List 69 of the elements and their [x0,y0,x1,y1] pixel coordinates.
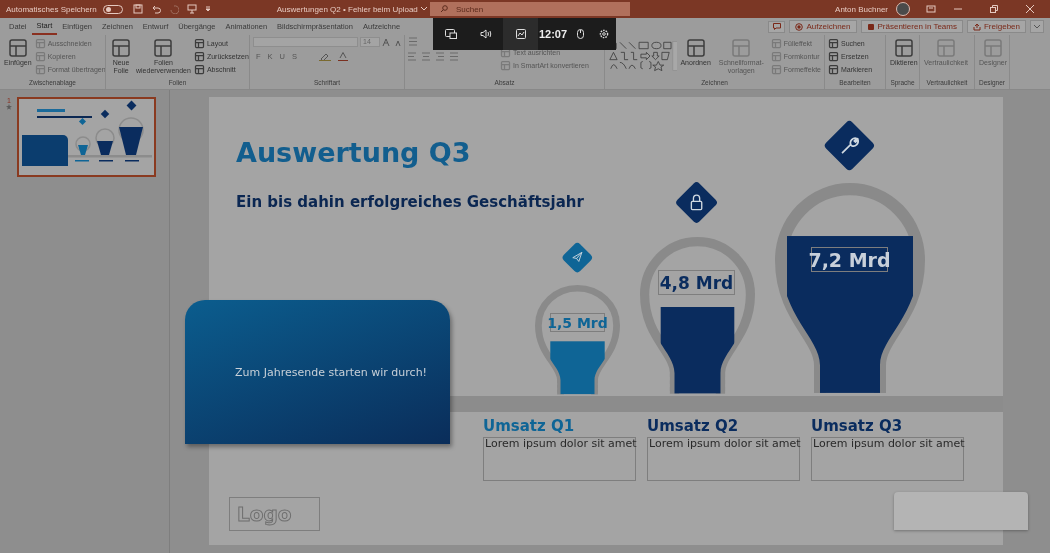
comment-icon [773,23,781,30]
mouse-icon [576,29,584,39]
command-icon [828,37,839,49]
command-icon [193,63,205,75]
value-label: 4,8 Mrd [658,270,735,295]
presentation-icon[interactable] [186,4,197,14]
command-icon [770,37,782,49]
save-icon[interactable] [132,4,143,14]
teams-button[interactable]: Präsentieren in Teams [860,20,963,33]
command-icon [6,37,29,59]
close-icon[interactable] [1026,5,1034,13]
settings-icon [599,29,609,39]
speaker-icon [479,29,492,39]
revenue-heading: Umsatz Q2 [647,417,739,435]
command-icon [34,63,46,75]
revenue-heading: Umsatz Q1 [483,417,575,435]
command-icon [152,37,175,59]
document-title[interactable]: Auswertungen Q2 • Fehler beim Upload [276,4,418,14]
comments-button[interactable] [768,20,786,33]
user-name[interactable]: Anton Buchner [835,4,888,14]
autosave-label: Automatisches Speichern [6,4,97,14]
command-icon [828,50,839,62]
description-text: Lorem ipsum dolor sit amet [811,437,964,481]
share-button[interactable]: Freigeben [966,20,1026,33]
customize-icon[interactable] [204,6,211,12]
description-text: Lorem ipsum dolor sit amet [483,437,636,481]
command-icon [828,63,839,75]
highlight-icon[interactable] [319,52,332,61]
clock-widget-button[interactable]: 12:07 [538,18,568,50]
caret-icon [420,7,427,11]
teams-icon [866,22,875,31]
revenue-heading: Umsatz Q3 [811,417,903,435]
command-icon [193,37,205,49]
ribbon-display-icon[interactable] [926,5,936,13]
search-icon [440,5,448,13]
record-button[interactable]: Aufzeichnen [789,20,857,33]
command-icon [770,50,782,62]
capture-icon [444,29,457,39]
command-icon [193,50,205,62]
command-icon [935,37,957,59]
shapes-gallery-drawing[interactable] [608,39,678,73]
command-icon [110,37,132,59]
command-icon [34,50,46,62]
command-icon [982,37,1004,59]
undo-icon[interactable] [150,4,161,14]
clock-time: 12:07 [538,28,568,40]
command-icon [684,37,707,59]
command-icon [892,37,915,59]
command-icon [770,63,782,75]
command-icon [730,37,753,59]
performance-widget-button[interactable] [503,18,538,50]
performance-icon [515,29,526,39]
record-icon [795,22,804,31]
search-field[interactable]: Suchen [430,2,630,16]
value-label: 1,5 Mrd [550,313,605,332]
description-text: Lorem ipsum dolor sit amet [647,437,800,481]
minimize-icon[interactable] [954,5,962,13]
user-avatar[interactable] [896,2,910,16]
slide-subtitle: Ein bis dahin erfolgreiches Geschäftsjahr [236,193,584,211]
command-icon [34,37,46,49]
font-color-icon[interactable] [338,52,349,61]
card-text: Zum Jahresende starten wir durch! [235,365,428,379]
slide-title: Auswertung Q3 [236,137,471,168]
caret-icon [1034,24,1040,29]
command-icon [500,59,511,71]
grow-font-icon[interactable] [382,37,392,47]
share-options-button[interactable] [1030,20,1044,33]
restore-icon[interactable] [990,5,998,13]
share-icon [972,22,981,31]
